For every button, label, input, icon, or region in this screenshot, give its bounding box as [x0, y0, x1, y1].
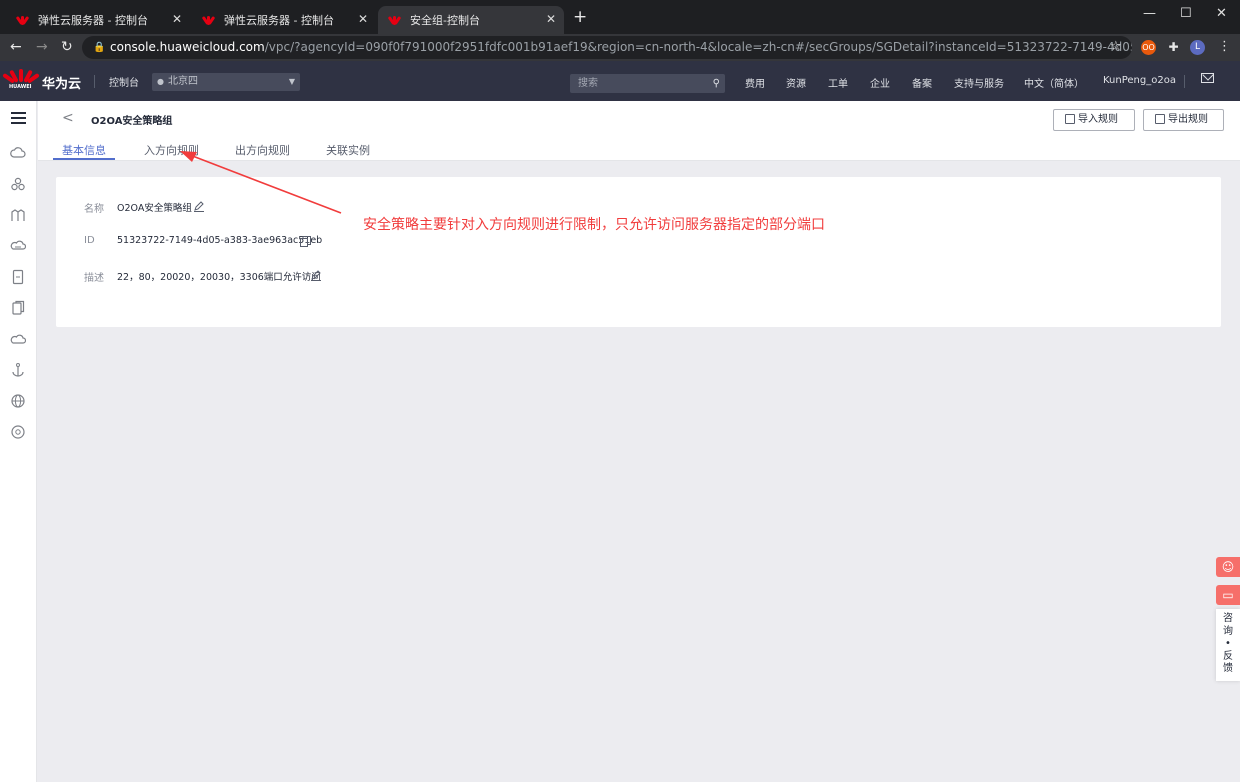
feedback-char: 咨: [1223, 613, 1233, 624]
feedback-char: 询: [1223, 625, 1233, 637]
consult-feedback-button[interactable]: 咨 询 • 反 馈: [1216, 609, 1240, 681]
feedback-char: 反: [1223, 650, 1233, 662]
feedback-char: •: [1225, 638, 1231, 649]
annotation-text: 安全策略主要针对入方向规则进行限制，只允许访问服务器指定的部分端口: [363, 217, 825, 233]
smile-service-icon[interactable]: ☺: [1216, 557, 1240, 577]
feedback-char: 馈: [1223, 663, 1233, 674]
chat-icon[interactable]: ▭: [1216, 585, 1240, 605]
annotation-arrow: [180, 151, 342, 214]
